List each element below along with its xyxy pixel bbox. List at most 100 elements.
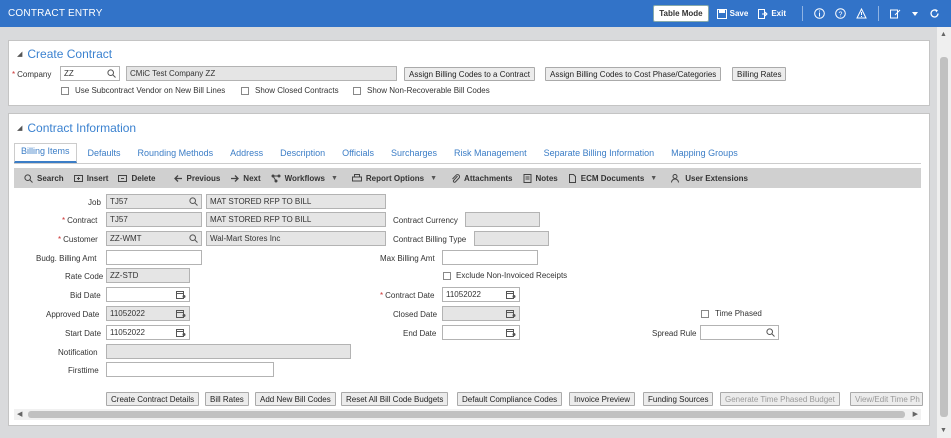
chevron-down-icon[interactable]	[911, 10, 919, 18]
chevron-down-icon[interactable]: ▼	[430, 175, 437, 182]
user-extensions-icon	[671, 173, 680, 183]
start-date-input[interactable]: 11052022	[106, 325, 190, 340]
contract-currency-input[interactable]	[465, 212, 540, 227]
tab-officials[interactable]: Officials	[342, 146, 374, 164]
use-subcontract-checkbox[interactable]	[61, 87, 69, 95]
assign-cost-phase-button[interactable]: Assign Billing Codes to Cost Phase/Categ…	[545, 67, 722, 81]
tab-separate-billing[interactable]: Separate Billing Information	[544, 146, 655, 164]
delete-button[interactable]: Delete	[118, 174, 156, 183]
user-extensions-button[interactable]: User Extensions	[671, 173, 748, 183]
info-icon[interactable]	[814, 8, 825, 19]
help-icon[interactable]: ?	[835, 8, 846, 19]
insert-button[interactable]: Insert	[73, 174, 108, 183]
scroll-down-icon[interactable]: ▼	[940, 427, 947, 434]
job-name-field: MAT STORED RFP TO BILL	[206, 194, 386, 209]
generate-time-phased-budget-button[interactable]: Generate Time Phased Budget	[720, 392, 840, 406]
tab-risk-management[interactable]: Risk Management	[454, 146, 527, 164]
contract-date-input[interactable]: 11052022	[442, 287, 520, 302]
view-edit-time-phased-button[interactable]: View/Edit Time Ph	[850, 392, 923, 406]
exit-button[interactable]: Exit	[758, 8, 786, 19]
contract-billing-type-input[interactable]	[474, 231, 549, 246]
scroll-thumb[interactable]	[28, 411, 905, 418]
horizontal-scrollbar[interactable]: ◀ ▶	[14, 409, 921, 420]
search-icon[interactable]	[189, 234, 198, 243]
calendar-icon[interactable]	[506, 328, 516, 337]
search-icon[interactable]	[766, 328, 775, 337]
default-compliance-codes-button[interactable]: Default Compliance Codes	[457, 392, 563, 406]
save-button[interactable]: Save	[716, 8, 749, 19]
tab-rounding-methods[interactable]: Rounding Methods	[138, 146, 214, 164]
save-label: Save	[729, 9, 749, 18]
calendar-icon[interactable]	[506, 290, 516, 299]
warning-icon[interactable]	[856, 8, 867, 19]
vertical-scrollbar[interactable]: ▲ ▼	[937, 27, 951, 438]
end-date-input[interactable]	[442, 325, 520, 340]
invoice-preview-button[interactable]: Invoice Preview	[569, 392, 636, 406]
tab-address[interactable]: Address	[230, 146, 263, 164]
firsttime-input[interactable]	[106, 362, 274, 377]
refresh-icon[interactable]	[929, 8, 940, 19]
ecm-documents-button[interactable]: ECM Documents ▼	[568, 173, 657, 183]
previous-button[interactable]: Previous	[173, 174, 220, 183]
scroll-thumb[interactable]	[940, 57, 948, 417]
tab-surcharges[interactable]: Surcharges	[391, 146, 437, 164]
workflows-icon	[271, 174, 281, 182]
job-input[interactable]: TJ57	[106, 194, 202, 209]
scroll-right-icon[interactable]: ▶	[913, 410, 918, 418]
create-contract-header[interactable]: ◢ Create Contract	[17, 47, 112, 61]
contract-info-header[interactable]: ◢ Contract Information	[17, 121, 136, 135]
customer-input[interactable]: ZZ-WMT	[106, 231, 202, 246]
contract-name-field: MAT STORED RFP TO BILL	[206, 212, 386, 227]
bid-date-input[interactable]	[106, 287, 190, 302]
record-toolbar: Search Insert Delete Previous Next Workf…	[14, 168, 921, 188]
table-mode-button[interactable]: Table Mode	[653, 5, 709, 22]
exclude-non-invoiced-checkbox[interactable]	[443, 272, 451, 280]
company-input[interactable]: ZZ	[60, 66, 120, 81]
billing-rates-button[interactable]: Billing Rates	[732, 67, 787, 81]
show-closed-label: Show Closed Contracts	[255, 86, 339, 95]
show-closed-checkbox[interactable]	[241, 87, 249, 95]
show-nonrecoverable-checkbox[interactable]	[353, 87, 361, 95]
search-icon[interactable]	[107, 69, 116, 78]
tab-description[interactable]: Description	[280, 146, 325, 164]
job-label: Job	[88, 198, 101, 207]
notes-button[interactable]: Notes	[523, 173, 558, 183]
scroll-up-icon[interactable]: ▲	[940, 31, 947, 38]
bill-rates-button[interactable]: Bill Rates	[205, 392, 249, 406]
search-icon[interactable]	[189, 197, 198, 206]
chevron-down-icon[interactable]: ▼	[331, 175, 338, 182]
tab-billing-items[interactable]: Billing Items	[14, 143, 77, 163]
rate-code-label: Rate Code	[65, 272, 104, 281]
create-contract-details-button[interactable]: Create Contract Details	[106, 392, 200, 406]
report-options-button[interactable]: Report Options ▼	[351, 173, 437, 183]
edit-icon[interactable]	[890, 8, 901, 19]
closed-date-input[interactable]	[442, 306, 520, 321]
workflows-button[interactable]: Workflows ▼	[271, 174, 338, 183]
save-icon	[716, 8, 727, 19]
collapse-triangle-icon[interactable]: ◢	[17, 50, 22, 58]
add-new-bill-codes-button[interactable]: Add New Bill Codes	[255, 392, 336, 406]
approved-date-input[interactable]: 11052022	[106, 306, 190, 321]
calendar-icon[interactable]	[176, 290, 186, 299]
funding-sources-button[interactable]: Funding Sources	[643, 392, 714, 406]
max-billing-amt-input[interactable]	[442, 250, 538, 265]
search-button[interactable]: Search	[24, 174, 64, 183]
reset-all-budgets-button[interactable]: Reset All Bill Code Budgets	[341, 392, 449, 406]
tab-defaults[interactable]: Defaults	[88, 146, 121, 164]
budg-billing-amt-input[interactable]	[106, 250, 202, 265]
assign-billing-codes-button[interactable]: Assign Billing Codes to a Contract	[404, 67, 535, 81]
contract-input[interactable]: TJ57	[106, 212, 202, 227]
rate-code-input[interactable]: ZZ-STD	[106, 268, 190, 283]
attachments-button[interactable]: Attachments	[451, 174, 513, 183]
next-button[interactable]: Next	[230, 174, 261, 183]
notification-input[interactable]	[106, 344, 351, 359]
calendar-icon[interactable]	[176, 328, 186, 337]
calendar-icon[interactable]	[506, 309, 516, 318]
chevron-down-icon[interactable]: ▼	[650, 175, 657, 182]
scroll-left-icon[interactable]: ◀	[17, 410, 22, 418]
tab-mapping-groups[interactable]: Mapping Groups	[671, 146, 738, 164]
spread-rule-input[interactable]	[700, 325, 779, 340]
collapse-triangle-icon[interactable]: ◢	[17, 124, 22, 132]
time-phased-checkbox[interactable]	[701, 310, 709, 318]
calendar-icon[interactable]	[176, 309, 186, 318]
